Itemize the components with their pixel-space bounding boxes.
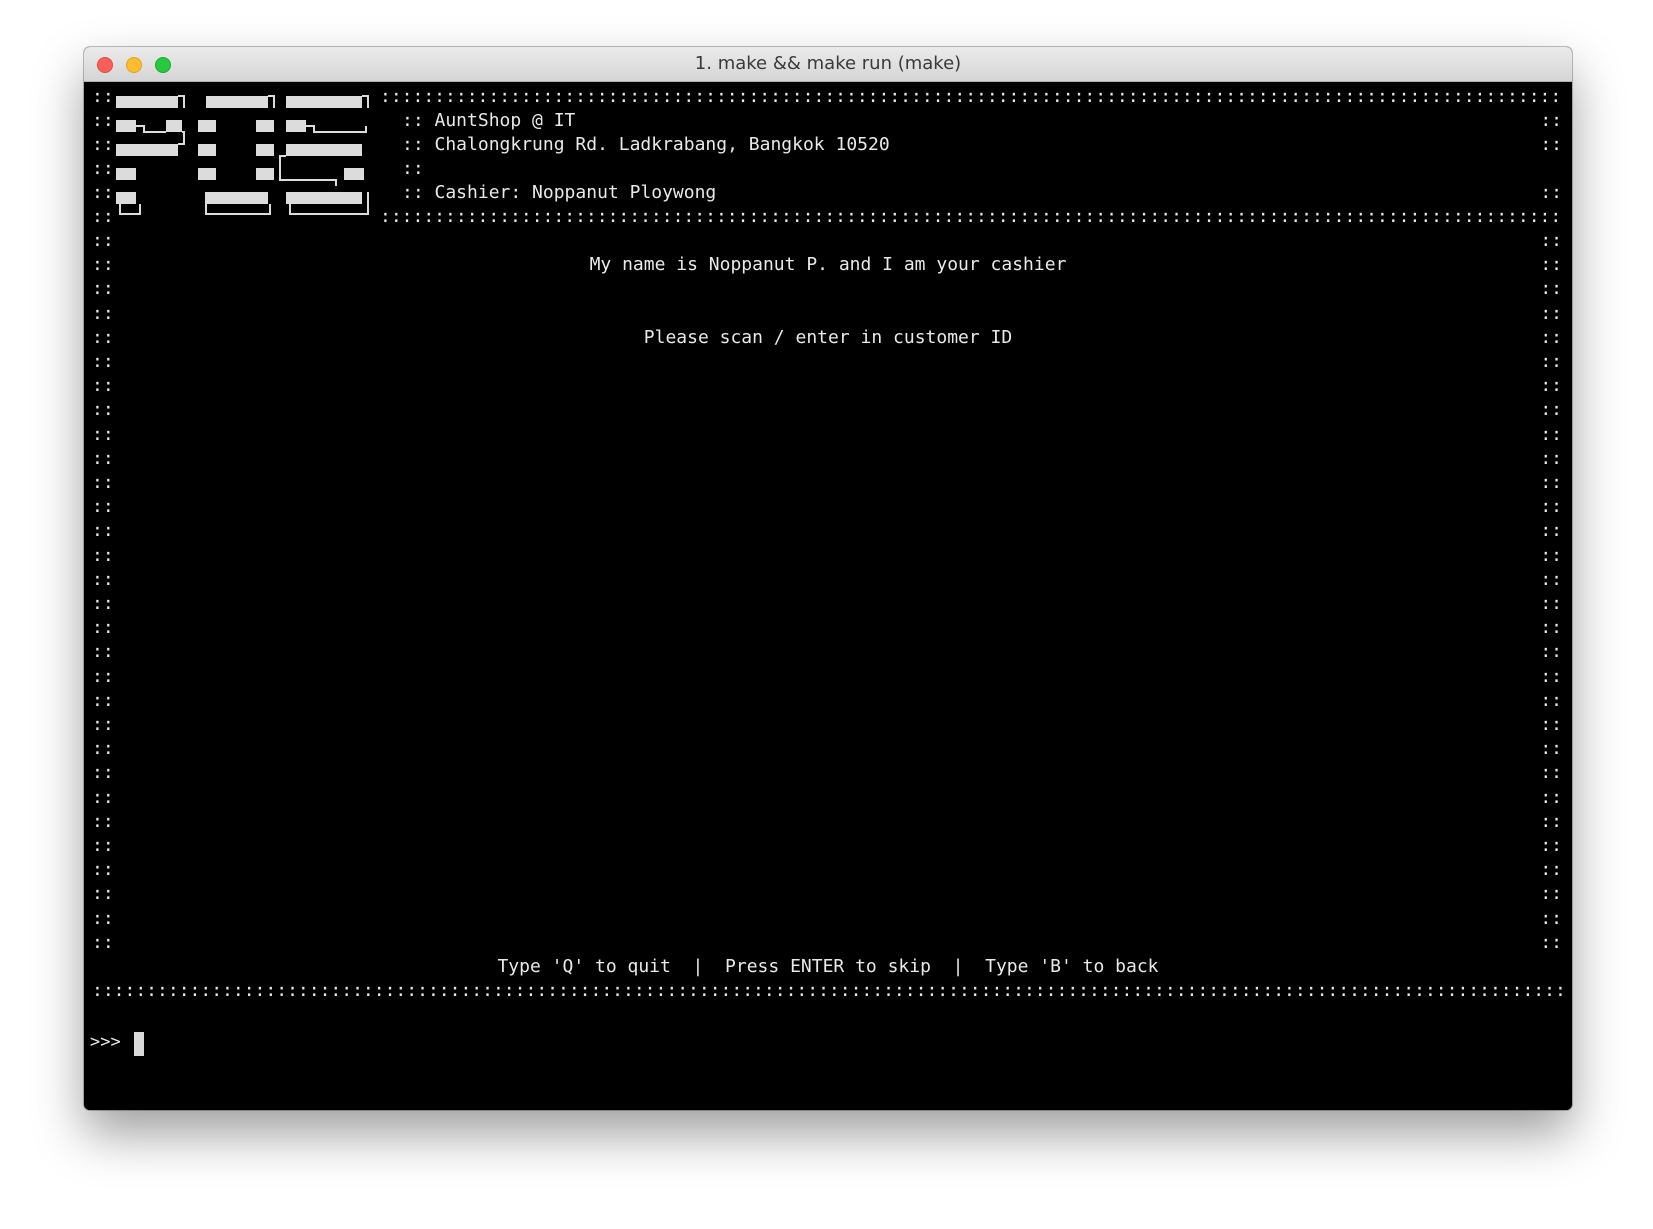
right-border-segment: :: [1540,665,1562,687]
right-border-segment: :: [1540,375,1562,397]
left-border-segment: :: [92,86,114,107]
left-border-segment: :: [92,423,114,445]
left-border-segment: :: [92,158,114,179]
right-border-segment: :: [1540,278,1562,300]
right-border-segment: :: [1540,762,1562,784]
left-border-segment: :: [92,182,114,203]
command-prompt: >>> [90,1032,121,1052]
left-border-segment: :: [92,714,114,735]
blank-info-line: :: [402,158,424,179]
right-border-segment: :: [1540,835,1562,856]
left-border-segment: :: [92,883,114,905]
left-border-segment: :: [92,134,114,155]
right-border-segment: :: [1540,786,1562,808]
left-border-segment: :: [92,447,114,469]
left-border-segment: :: [92,665,114,687]
left-border-segment: :: [92,472,114,493]
title-bar[interactable]: 1. make && make run (make) [84,47,1572,82]
terminal-screen[interactable]: :: :: :: AuntShop @ IT :: :: :: Chalongk… [84,82,1572,1110]
left-border-segment: :: [92,859,114,881]
right-border-segment: :: [1540,134,1562,155]
right-border-segment: :: [1540,472,1562,493]
right-border-segment: :: [1540,641,1562,663]
pos-logo [116,95,369,215]
left-border-segment: :: [92,738,114,760]
right-border-segment: :: [1540,617,1562,639]
bottom-border [92,980,1564,1006]
left-border-segment: :: [92,907,114,929]
left-border-segment: :: [92,496,114,518]
left-border-segment: :: [92,568,114,590]
terminal-window: 1. make && make run (make):::::::::::::… [84,47,1572,1110]
left-border-segment: :: [92,278,114,300]
left-border-segment: :: [92,762,114,784]
right-border-segment: :: [1540,883,1562,905]
right-border-segment: :: [1540,859,1562,881]
footer-help-text: Type 'Q' to quit | Press ENTER to skip |… [497,956,1159,977]
right-border-segment: :: [1540,907,1562,929]
right-border-segment: :: [1540,593,1562,614]
right-border-segment: :: [1540,544,1562,566]
left-border-segment: :: [92,302,114,324]
right-border-segment: :: [1540,568,1562,590]
right-border-segment: :: [1540,447,1562,469]
left-border-segment: :: [92,399,114,421]
left-border-segment: :: [92,931,114,953]
right-border-segment: :: [1540,738,1562,760]
left-border-segment: :: [92,689,114,711]
shop-name: :: AuntShop @ IT [402,110,576,131]
shop-address: :: Chalongkrung Rd. Ladkrabang, Bangkok … [402,134,890,155]
left-border-segment: :: [92,810,114,832]
left-border-segment: :: [92,206,114,227]
cashier-name: :: Cashier: Noppanut Ploywong [402,182,717,203]
left-border-segment: :: [92,593,114,614]
right-border-segment: :: [1540,689,1562,711]
top-border [380,86,1564,112]
right-border-segment: :: [1540,423,1562,445]
right-border-segment: :: [1540,182,1562,203]
window-title: 1. make && make run (make) [694,53,962,74]
left-border-segment: :: [92,786,114,808]
left-border-segment: :: [92,110,114,131]
right-border-segment: :: [1540,399,1562,421]
right-border-segment: :: [1540,810,1562,832]
left-border-segment: :: [92,230,114,251]
text-cursor[interactable] [134,1032,144,1056]
right-border-segment: :: [1540,496,1562,518]
left-border-segment: :: [92,544,114,566]
right-border-segment: :: [1540,110,1562,131]
left-border-segment: :: [92,617,114,639]
left-border-segment: :: [92,641,114,663]
left-border-segment: :: [92,375,114,397]
left-border-segment: :: [92,351,114,372]
right-border-segment: :: [1540,230,1562,251]
right-border-segment: :: [1540,931,1562,953]
right-border-segment: :: [1540,520,1562,542]
left-border-segment: :: [92,835,114,856]
right-border-segment: :: [1540,714,1562,735]
left-border-segment: :: [92,520,114,542]
right-border-segment: :: [1540,302,1562,324]
instruction-text: Please scan / enter in customer ID [643,327,1013,348]
header-separator [380,206,1564,232]
right-border-segment: :: [1540,351,1562,372]
greeting-text: My name is Noppanut P. and I am your cas… [589,254,1067,275]
